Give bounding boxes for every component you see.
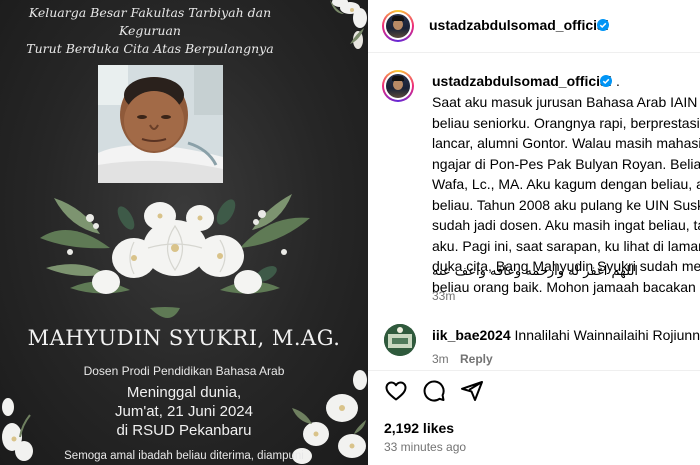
death-line2: Jum'at, 21 Juni 2024: [115, 403, 253, 420]
caption-author-avatar[interactable]: [382, 70, 414, 102]
poster-heading-line2: Turut Berduka Cita Atas Berpulangnya: [26, 41, 274, 56]
caption-author-username[interactable]: ustadzabdulsomad_official: [432, 73, 612, 89]
caption-time[interactable]: 33m: [432, 289, 455, 303]
death-info: Meninggal dunia, Jum'at, 21 Juni 2024 di…: [0, 383, 368, 440]
commenter-username[interactable]: iik_bae2024: [432, 327, 511, 343]
deceased-role: Dosen Prodi Pendidikan Bahasa Arab: [83, 364, 285, 378]
flower-bouquet: [40, 194, 310, 318]
heart-icon[interactable]: [384, 379, 408, 403]
verified-icon: [597, 19, 609, 31]
post-header: ustadzabdulsomad_official: [368, 0, 700, 53]
comment-time: 3m: [432, 352, 449, 366]
corner-flowers-top-right: [330, 0, 367, 49]
comment-text: Innalilahi Wainnailaihi Rojiunnnn: [514, 327, 700, 343]
verified-icon: [600, 75, 612, 87]
death-line3: di RSUD Pekanbaru: [116, 422, 252, 439]
author-avatar[interactable]: [382, 10, 414, 42]
post-details-panel: ustadzabdulsomad_official ustadzabdulsom…: [368, 0, 700, 465]
caption-arabic: اللهم اغفر له وارحمه وعافه واعف عنه: [432, 264, 639, 279]
comment: iik_bae2024 Innalilahi Wainnailaihi Roji…: [432, 327, 700, 343]
action-bar: [368, 370, 700, 410]
obituary-poster: Keluarga Besar Fakultas Tarbiyah dan Keg…: [0, 0, 368, 465]
like-count[interactable]: 2,192 likes: [384, 420, 454, 436]
poster-heading: Keluarga Besar Fakultas Tarbiyah dan Keg…: [0, 4, 300, 58]
author-username[interactable]: ustadzabdulsomad_official: [429, 17, 609, 33]
comment-icon[interactable]: [422, 379, 446, 403]
reply-button[interactable]: Reply: [460, 352, 493, 366]
deceased-photo: [98, 65, 223, 183]
share-icon[interactable]: [460, 379, 484, 403]
caption-separator: .: [616, 73, 620, 89]
posted-time: 33 minutes ago: [384, 440, 467, 454]
poster-prayer: Semoga amal ibadah beliau diterima, diam…: [64, 450, 304, 462]
commenter-avatar[interactable]: [384, 324, 416, 356]
death-line1: Meninggal dunia,: [126, 384, 242, 401]
deceased-name: MAHYUDIN SYUKRI, M.AG.: [27, 326, 341, 350]
poster-heading-line1: Keluarga Besar Fakultas Tarbiyah dan Keg…: [28, 5, 272, 38]
